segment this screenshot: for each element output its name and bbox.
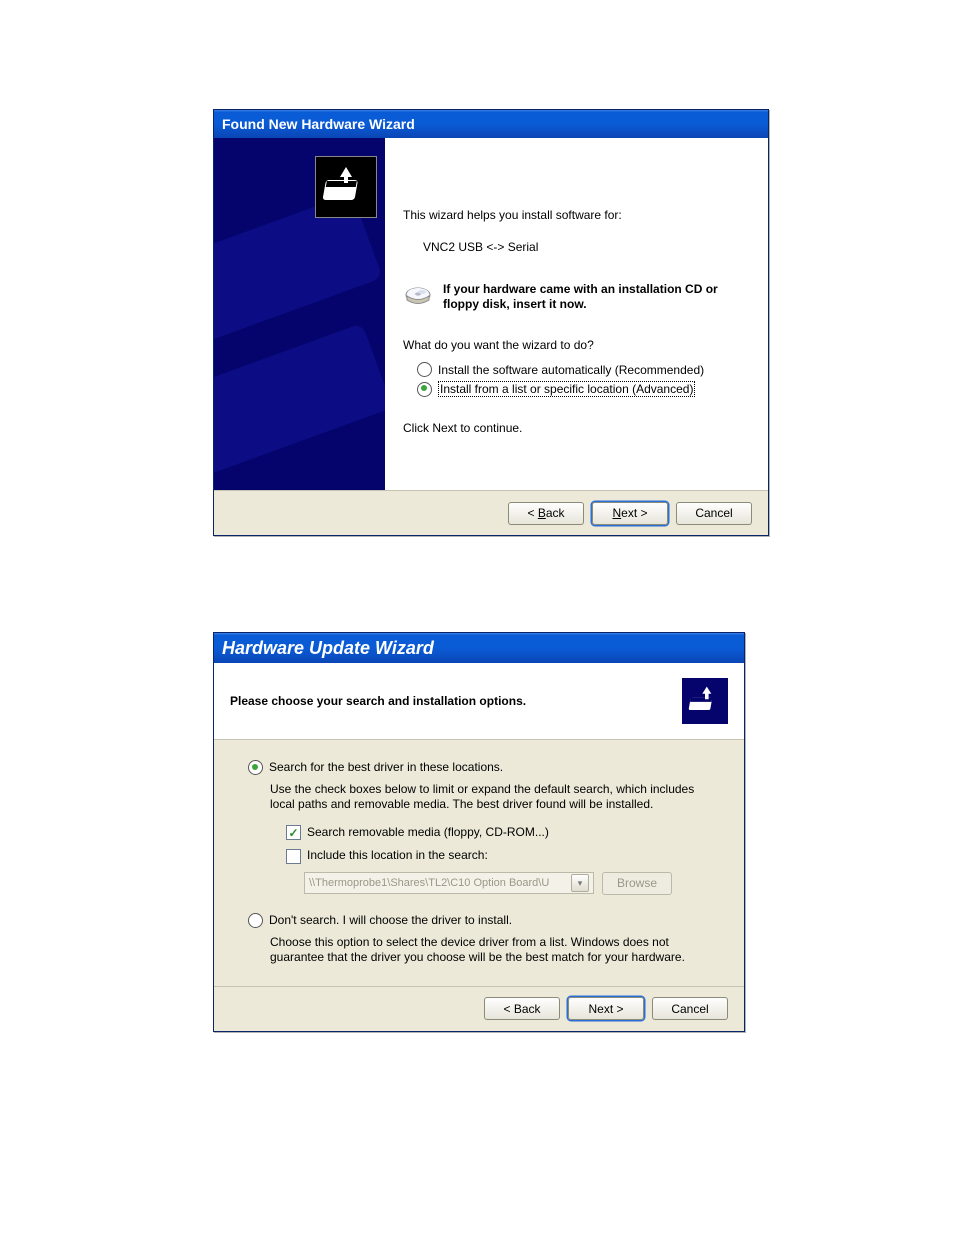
cancel-button[interactable]: Cancel [652, 997, 728, 1020]
dialog1-title: Found New Hardware Wizard [222, 116, 415, 132]
browse-button: Browse [602, 872, 672, 895]
dialog2-content: Search for the best driver in these loca… [214, 740, 744, 986]
opt-search-label: Search for the best driver in these loca… [269, 760, 503, 776]
continue-text: Click Next to continue. [403, 421, 750, 435]
dialog2-titlebar[interactable]: Hardware Update Wizard [214, 633, 744, 663]
checkbox-search-removable-media[interactable]: Search removable media (floppy, CD-ROM..… [286, 825, 710, 841]
dialog1-titlebar[interactable]: Found New Hardware Wizard [214, 110, 768, 138]
back-button[interactable]: < Back [484, 997, 560, 1020]
radio-icon-selected [248, 760, 263, 775]
device-name: VNC2 USB <-> Serial [423, 240, 750, 254]
chevron-down-icon: ▾ [571, 874, 589, 892]
dialog1-side-panel [214, 138, 385, 490]
location-path-combobox: \\Thermoprobe1\Shares\TL2\C10 Option Boa… [304, 872, 594, 894]
wizard-prompt: What do you want the wizard to do? [403, 338, 750, 352]
dialog2-header: Please choose your search and installati… [214, 663, 744, 740]
cd-icon [403, 282, 433, 312]
dialog2-subtitle: Please choose your search and installati… [230, 694, 526, 708]
opt-dont-desc: Choose this option to select the device … [270, 935, 710, 966]
check-include-label: Include this location in the search: [307, 848, 488, 864]
checkbox-icon-checked [286, 825, 301, 840]
dialog2-button-bar: < Back Next > Cancel [214, 986, 744, 1031]
dialog1-button-bar: < Back Next > Cancel [214, 490, 768, 535]
location-path-value: \\Thermoprobe1\Shares\TL2\C10 Option Boa… [309, 877, 549, 889]
radio-search-locations[interactable]: Search for the best driver in these loca… [248, 760, 710, 776]
next-button[interactable]: Next > [568, 997, 644, 1020]
opt-search-desc: Use the check boxes below to limit or ex… [270, 782, 710, 813]
radio-advanced-label: Install from a list or specific location… [438, 381, 695, 397]
dialog1-intro: This wizard helps you install software f… [403, 208, 750, 222]
radio-icon [417, 362, 432, 377]
radio-dont-search[interactable]: Don't search. I will choose the driver t… [248, 913, 710, 929]
radio-install-from-list[interactable]: Install from a list or specific location… [417, 381, 750, 397]
radio-icon [248, 913, 263, 928]
radio-auto-label: Install the software automatically (Reco… [438, 363, 704, 377]
checkbox-icon [286, 849, 301, 864]
opt-dont-label: Don't search. I will choose the driver t… [269, 913, 512, 929]
radio-install-automatically[interactable]: Install the software automatically (Reco… [417, 362, 750, 377]
cancel-button[interactable]: Cancel [676, 502, 752, 525]
hardware-update-wizard-dialog: Hardware Update Wizard Please choose you… [213, 632, 745, 1032]
dialog1-main-panel: This wizard helps you install software f… [385, 138, 768, 490]
check-removable-label: Search removable media (floppy, CD-ROM..… [307, 825, 549, 841]
cd-hint-text: If your hardware came with an installati… [443, 282, 750, 312]
dialog2-title: Hardware Update Wizard [222, 638, 434, 659]
radio-icon-selected [417, 382, 432, 397]
back-button[interactable]: < Back [508, 502, 584, 525]
next-button[interactable]: Next > [592, 502, 668, 525]
checkbox-include-location[interactable]: Include this location in the search: [286, 848, 710, 864]
found-new-hardware-wizard-dialog: Found New Hardware Wizard This wizard he… [213, 109, 769, 536]
hardware-update-icon [682, 678, 728, 724]
hardware-install-icon [315, 156, 377, 218]
